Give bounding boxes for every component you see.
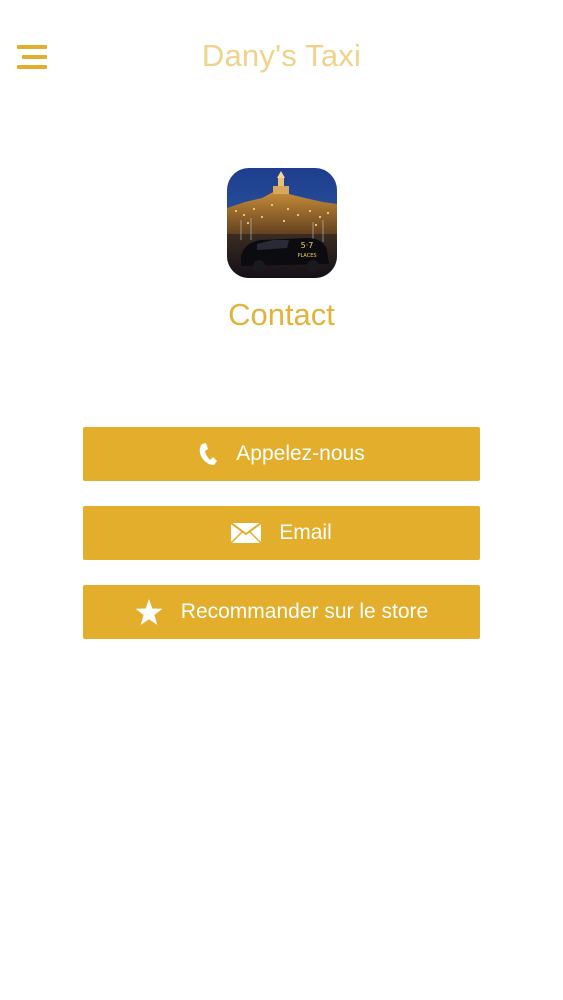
svg-text:5·7: 5·7 [301,241,314,250]
envelope-icon [231,523,262,543]
contact-screen: Dany's Taxi 5·7 PLACES Contact Appelez-n… [0,0,563,1000]
app-title: Dany's Taxi [201,38,362,73]
email-label: Email [279,521,332,544]
page-title: Contact [228,297,335,332]
navigation-bar: Dany's Taxi [0,0,563,118]
app-logo: 5·7 PLACES [227,168,337,278]
svg-text:PLACES: PLACES [297,253,316,259]
recommend-store-button[interactable]: Recommander sur le store [83,585,480,639]
phone-icon [198,442,218,466]
email-button[interactable]: Email [83,506,480,560]
star-icon [135,598,163,626]
recommend-store-label: Recommander sur le store [180,600,429,623]
call-us-label: Appelez-nous [236,442,365,465]
call-us-button[interactable]: Appelez-nous [83,427,480,481]
